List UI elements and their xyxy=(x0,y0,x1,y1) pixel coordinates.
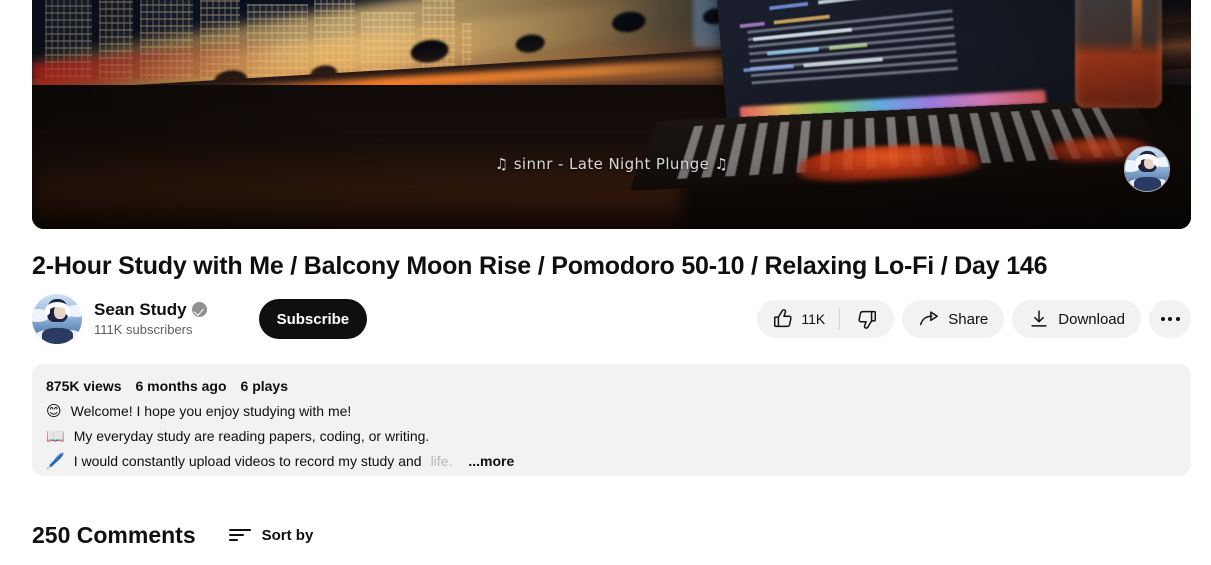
like-count: 11K xyxy=(801,311,825,327)
more-actions-button[interactable] xyxy=(1149,300,1191,338)
description-truncated-tail: life. xyxy=(431,449,453,474)
download-icon xyxy=(1028,308,1050,330)
watermark-avatar-art xyxy=(1125,147,1169,191)
subscribe-button[interactable]: Subscribe xyxy=(259,299,368,339)
channel-avatar-art xyxy=(32,294,82,344)
video-player[interactable]: ♫ sinnr - Late Night Plunge ♫ xyxy=(32,0,1191,229)
description-line-text: My everyday study are reading papers, co… xyxy=(74,424,430,449)
channel-name[interactable]: Sean Study xyxy=(94,300,187,320)
channel-and-actions-row: Sean Study 111K subscribers Subscribe 11… xyxy=(32,292,1191,346)
published-date: 6 months ago xyxy=(136,376,227,396)
open-book-emoji: 📖 xyxy=(46,424,65,449)
more-horizontal-icon xyxy=(1161,317,1180,321)
video-title: 2-Hour Study with Me / Balcony Moon Rise… xyxy=(32,250,1132,282)
thumbs-up-icon xyxy=(772,308,794,330)
video-frame xyxy=(32,0,1191,229)
show-more-link[interactable]: ...more xyxy=(468,449,514,474)
sort-by-label: Sort by xyxy=(262,527,314,544)
channel-avatar[interactable] xyxy=(32,294,82,344)
view-count: 875K views xyxy=(46,376,122,396)
laptop-keyboard xyxy=(629,100,1170,192)
sort-by-button[interactable]: Sort by xyxy=(229,527,314,544)
share-label: Share xyxy=(948,311,988,328)
channel-info[interactable]: Sean Study 111K subscribers xyxy=(32,294,207,344)
comments-header: 250 Comments Sort by xyxy=(32,520,313,550)
description-line-text: Welcome! I hope you enjoy studying with … xyxy=(71,399,352,424)
smiling-face-emoji: 😊 xyxy=(46,399,62,424)
share-arrow-icon xyxy=(918,308,940,330)
channel-subscriber-count: 111K subscribers xyxy=(94,321,207,339)
video-description-box[interactable]: 875K views 6 months ago 6 plays 😊 Welcom… xyxy=(32,364,1191,476)
description-line: 😊 Welcome! I hope you enjoy studying wit… xyxy=(46,399,1177,424)
glass-highlight xyxy=(1132,0,1142,50)
dislike-button[interactable] xyxy=(840,300,894,338)
share-button[interactable]: Share xyxy=(902,300,1004,338)
channel-name-line: Sean Study xyxy=(94,300,207,320)
channel-meta: Sean Study 111K subscribers xyxy=(94,300,207,339)
play-count: 6 plays xyxy=(241,376,288,396)
pen-emoji: 🖊️ xyxy=(46,449,65,474)
description-line: 📖 My everyday study are reading papers, … xyxy=(46,424,1177,449)
download-button[interactable]: Download xyxy=(1012,300,1141,338)
youtube-watch-page: ♫ sinnr - Late Night Plunge ♫ 2-Hour Stu… xyxy=(0,0,1211,565)
verified-badge-icon xyxy=(192,302,207,317)
like-dislike-group: 11K xyxy=(757,300,894,338)
like-button[interactable]: 11K xyxy=(757,300,839,338)
sort-lines-icon xyxy=(229,527,251,543)
comments-count: 250 Comments xyxy=(32,520,196,550)
music-caption: ♫ sinnr - Late Night Plunge ♫ xyxy=(32,155,1191,173)
download-label: Download xyxy=(1058,311,1125,328)
description-line: 🖊️ I would constantly upload videos to r… xyxy=(46,449,1177,474)
description-line-text: I would constantly upload videos to reco… xyxy=(74,449,422,474)
drink-glass xyxy=(1075,0,1162,108)
video-action-buttons: 11K Share Download xyxy=(757,300,1191,338)
description-metadata: 875K views 6 months ago 6 plays xyxy=(46,376,1177,396)
thumbs-down-icon xyxy=(856,308,878,330)
channel-watermark[interactable] xyxy=(1124,146,1170,192)
